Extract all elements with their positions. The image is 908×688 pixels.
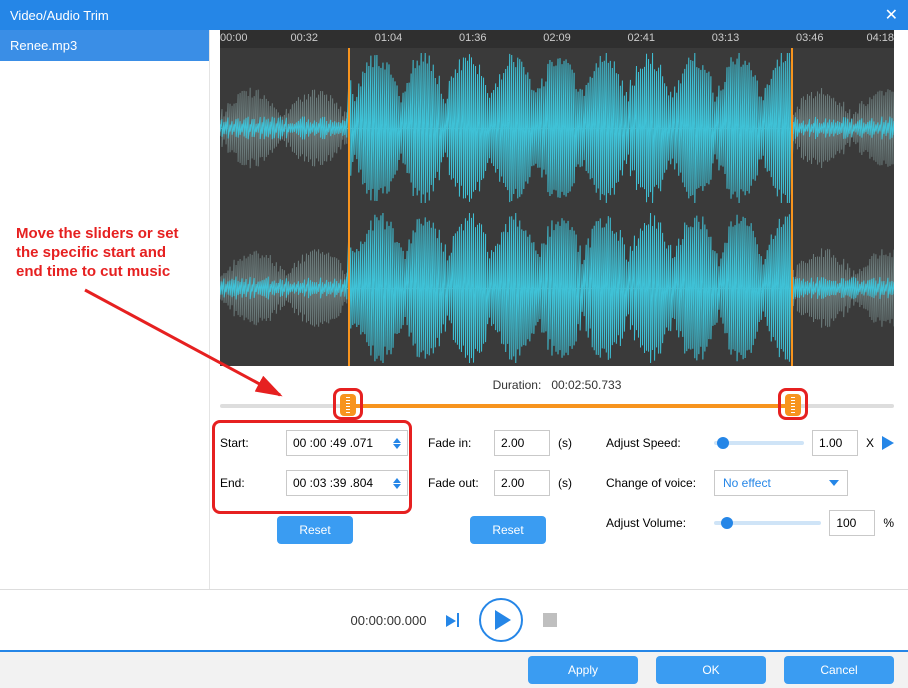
speed-play-icon[interactable] (882, 436, 894, 450)
title-bar: Video/Audio Trim ✕ (0, 0, 908, 30)
playback-time: 00:00:00.000 (351, 613, 427, 628)
play-icon (495, 610, 511, 630)
fadein-input[interactable] (494, 430, 550, 456)
time-ruler: 00:0000:3201:0401:3602:0902:4103:1303:46… (220, 30, 894, 48)
volume-slider[interactable] (714, 521, 821, 525)
apply-button[interactable]: Apply (528, 656, 638, 684)
ok-button[interactable]: OK (656, 656, 766, 684)
duration-label: Duration: (493, 378, 542, 392)
selection-range (348, 48, 793, 366)
reset-fade-button[interactable]: Reset (470, 516, 545, 544)
speed-input[interactable] (812, 430, 858, 456)
trim-slider[interactable]: Duration: 00:02:50.733 (220, 376, 894, 424)
fadeout-input[interactable] (494, 470, 550, 496)
seek-icon[interactable] (446, 613, 459, 627)
chevron-down-icon (829, 480, 839, 486)
voice-select[interactable]: No effect (714, 470, 848, 496)
speed-label: Adjust Speed: (606, 436, 706, 450)
window-title: Video/Audio Trim (10, 8, 109, 23)
cancel-button[interactable]: Cancel (784, 656, 894, 684)
speed-slider[interactable] (714, 441, 804, 445)
voice-label: Change of voice: (606, 476, 706, 490)
annot-box (212, 420, 412, 514)
annotation-text: Move the sliders or set the specific sta… (16, 225, 186, 281)
close-icon[interactable]: ✕ (885, 5, 898, 25)
stop-button[interactable] (543, 613, 557, 627)
volume-label: Adjust Volume: (606, 516, 706, 530)
dialog-footer: Apply OK Cancel (0, 650, 908, 688)
fadein-label: Fade in: (428, 436, 486, 450)
playback-bar: 00:00:00.000 (0, 590, 908, 650)
fadeout-label: Fade out: (428, 476, 486, 490)
waveform-area[interactable] (220, 48, 894, 366)
duration-value: 00:02:50.733 (551, 378, 621, 392)
file-item[interactable]: Renee.mp3 (0, 30, 209, 61)
annot-box (333, 388, 363, 420)
reset-time-button[interactable]: Reset (277, 516, 352, 544)
volume-input[interactable] (829, 510, 875, 536)
play-button[interactable] (479, 598, 523, 642)
file-list: Renee.mp3 (0, 30, 210, 589)
annot-box (778, 388, 808, 420)
